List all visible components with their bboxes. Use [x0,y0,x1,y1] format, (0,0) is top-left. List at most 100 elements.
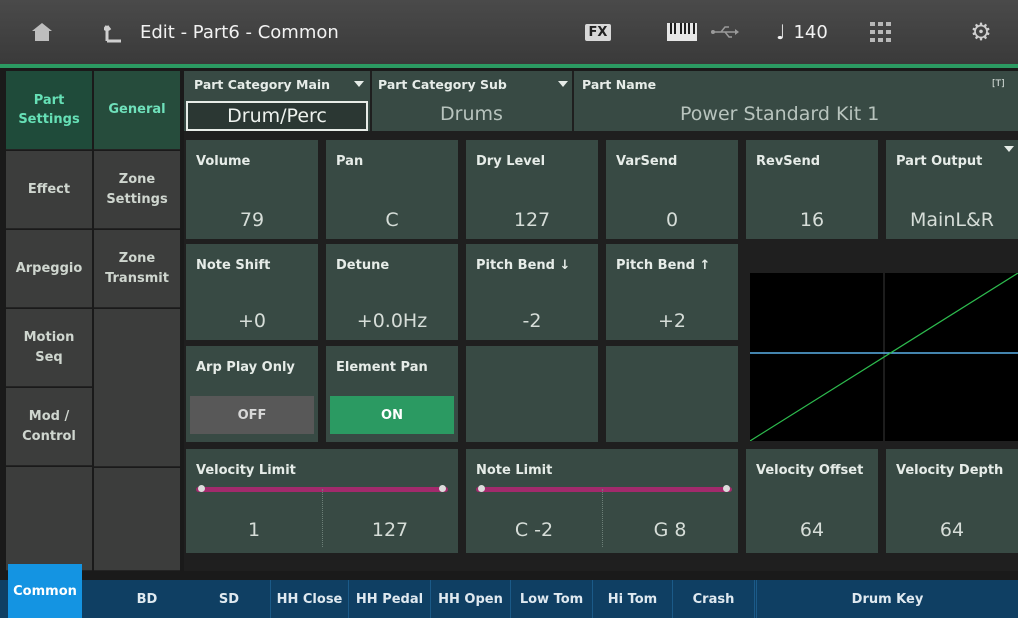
tempo-display[interactable]: ♩ 140 [776,0,828,64]
tab-mod-control[interactable]: Mod / Control [6,388,92,466]
param-value: 64 [799,519,825,541]
param-label: Pan [336,154,364,169]
param-value: 127 [513,209,551,231]
category-row: Part Category Main Drum/Perc Part Catego… [184,71,1018,131]
pitch-bend-upper-param[interactable]: Pitch Bend ↑ +2 [606,244,738,340]
quick-access-button[interactable] [864,0,898,64]
velocity-depth-param[interactable]: Velocity Depth 64 [886,449,1018,553]
param-value: MainL&R [910,209,994,231]
fx-badge: FX [584,23,612,41]
param-value: +0 [237,310,266,332]
fx-button[interactable]: FX [578,0,618,64]
note-limit-high[interactable]: G 8 [602,519,738,541]
slider-knob[interactable] [198,485,205,492]
bottom-tab-hh-close[interactable]: HH Close [270,580,348,618]
param-value: +2 [657,310,686,332]
note-limit-slider[interactable] [476,485,732,492]
tab-empty [6,467,92,571]
param-value: 79 [239,209,265,231]
velocity-limit-param[interactable]: Velocity Limit 1 127 [186,449,458,553]
arp-play-only-toggle[interactable]: OFF [190,396,314,434]
note-limit-low[interactable]: C -2 [466,519,602,541]
param-value: 16 [799,209,825,231]
part-category-main[interactable]: Part Category Main Drum/Perc [184,71,370,131]
subtab-general[interactable]: General [94,71,180,150]
pitch-bend-lower-param[interactable]: Pitch Bend ↓ -2 [466,244,598,340]
bottom-tab-hh-pedal[interactable]: HH Pedal [348,580,430,618]
pan-param[interactable]: Pan C [326,140,458,239]
bottom-tab-crash[interactable]: Crash [672,580,754,618]
keyboard-button[interactable] [664,0,700,64]
tab-label: Zone Settings [106,172,168,207]
bottom-tab-hi-tom[interactable]: Hi Tom [592,580,672,618]
dropdown-arrow-icon [558,81,568,87]
bottom-tab-hh-open[interactable]: HH Open [430,580,510,618]
bottom-tab-drum-key[interactable]: Drum Key [754,580,1018,618]
pitch-bend-graph [750,273,1018,441]
settings-button[interactable]: ⚙ [964,0,998,64]
tab-effect[interactable]: Effect [6,151,92,229]
tab-label: Part Settings [18,92,80,128]
bottom-tab-common[interactable]: Common [8,564,82,618]
tab-label: Arpeggio [15,260,83,276]
param-label: RevSend [756,154,821,169]
bottom-tab-sd[interactable]: SD [192,580,266,618]
dry-level-param[interactable]: Dry Level 127 [466,140,598,239]
param-value: +0.0Hz [356,310,428,332]
param-label: Detune [336,258,390,273]
part-name-label: Part Name [582,77,657,92]
arp-play-only-param: Arp Play Only OFF [186,346,318,442]
element-pan-param: Element Pan ON [326,346,458,442]
subtab-zone-transmit[interactable]: Zone Transmit [94,230,180,308]
part-category-sub-label: Part Category Sub [378,77,507,92]
slider-knob[interactable] [439,485,446,492]
note-limit-param[interactable]: Note Limit C -2 G 8 [466,449,738,553]
top-bar: Edit - Part6 - Common FX ♩ 140 ⚙ [0,0,1018,68]
tab-motion-seq[interactable]: Motion Seq [6,309,92,387]
var-send-param[interactable]: VarSend 0 [606,140,738,239]
rev-send-param[interactable]: RevSend 16 [746,140,878,239]
param-label: VarSend [616,154,678,169]
part-output-param[interactable]: Part Output MainL&R [886,140,1018,239]
empty-panel [606,346,738,442]
param-label: Velocity Limit [196,463,296,478]
param-label: Part Output [896,154,983,169]
gear-icon: ⚙ [970,18,992,46]
velocity-offset-param[interactable]: Velocity Offset 64 [746,449,878,553]
tab-part-settings[interactable]: Part Settings [6,71,92,150]
param-label: Velocity Depth [896,463,1004,478]
slider-knob[interactable] [723,485,730,492]
param-value: -2 [522,310,542,332]
velocity-limit-low[interactable]: 1 [186,519,322,541]
back-arrow-icon [104,25,121,43]
param-label: Pitch Bend ↑ [616,258,711,273]
subtab-empty [94,309,180,467]
part-category-sub-value: Drums [440,103,503,125]
param-label: Arp Play Only [196,360,295,375]
tab-label: Zone Transmit [105,251,169,286]
bottom-tab-bd[interactable]: BD [110,580,184,618]
grid-icon [870,22,891,42]
bottom-tab-low-tom[interactable]: Low Tom [510,580,592,618]
slider-knob[interactable] [478,485,485,492]
part-category-main-value: Drum/Perc [186,101,368,131]
main-panel: Part Category Main Drum/Perc Part Catego… [184,71,1018,571]
element-pan-toggle[interactable]: ON [330,396,454,434]
detune-param[interactable]: Detune +0.0Hz [326,244,458,340]
volume-param[interactable]: Volume 79 [186,140,318,239]
home-button[interactable] [20,0,64,64]
velocity-limit-high[interactable]: 127 [322,519,458,541]
part-name[interactable]: Part Name [T] Power Standard Kit 1 [574,71,1018,131]
subtab-zone-settings[interactable]: Zone Settings [94,151,180,229]
note-shift-param[interactable]: Note Shift +0 [186,244,318,340]
tab-arpeggio[interactable]: Arpeggio [6,230,92,308]
part-category-main-label: Part Category Main [194,77,331,92]
home-icon [32,23,52,41]
param-value: 64 [939,519,965,541]
empty-panel [466,346,598,442]
part-category-sub[interactable]: Part Category Sub Drums [372,71,572,131]
main-tab-column: Part Settings Effect Arpeggio Motion Seq… [6,71,92,571]
param-label: Element Pan [336,360,428,375]
keyboard-icon [667,23,697,41]
back-button[interactable] [96,0,130,64]
